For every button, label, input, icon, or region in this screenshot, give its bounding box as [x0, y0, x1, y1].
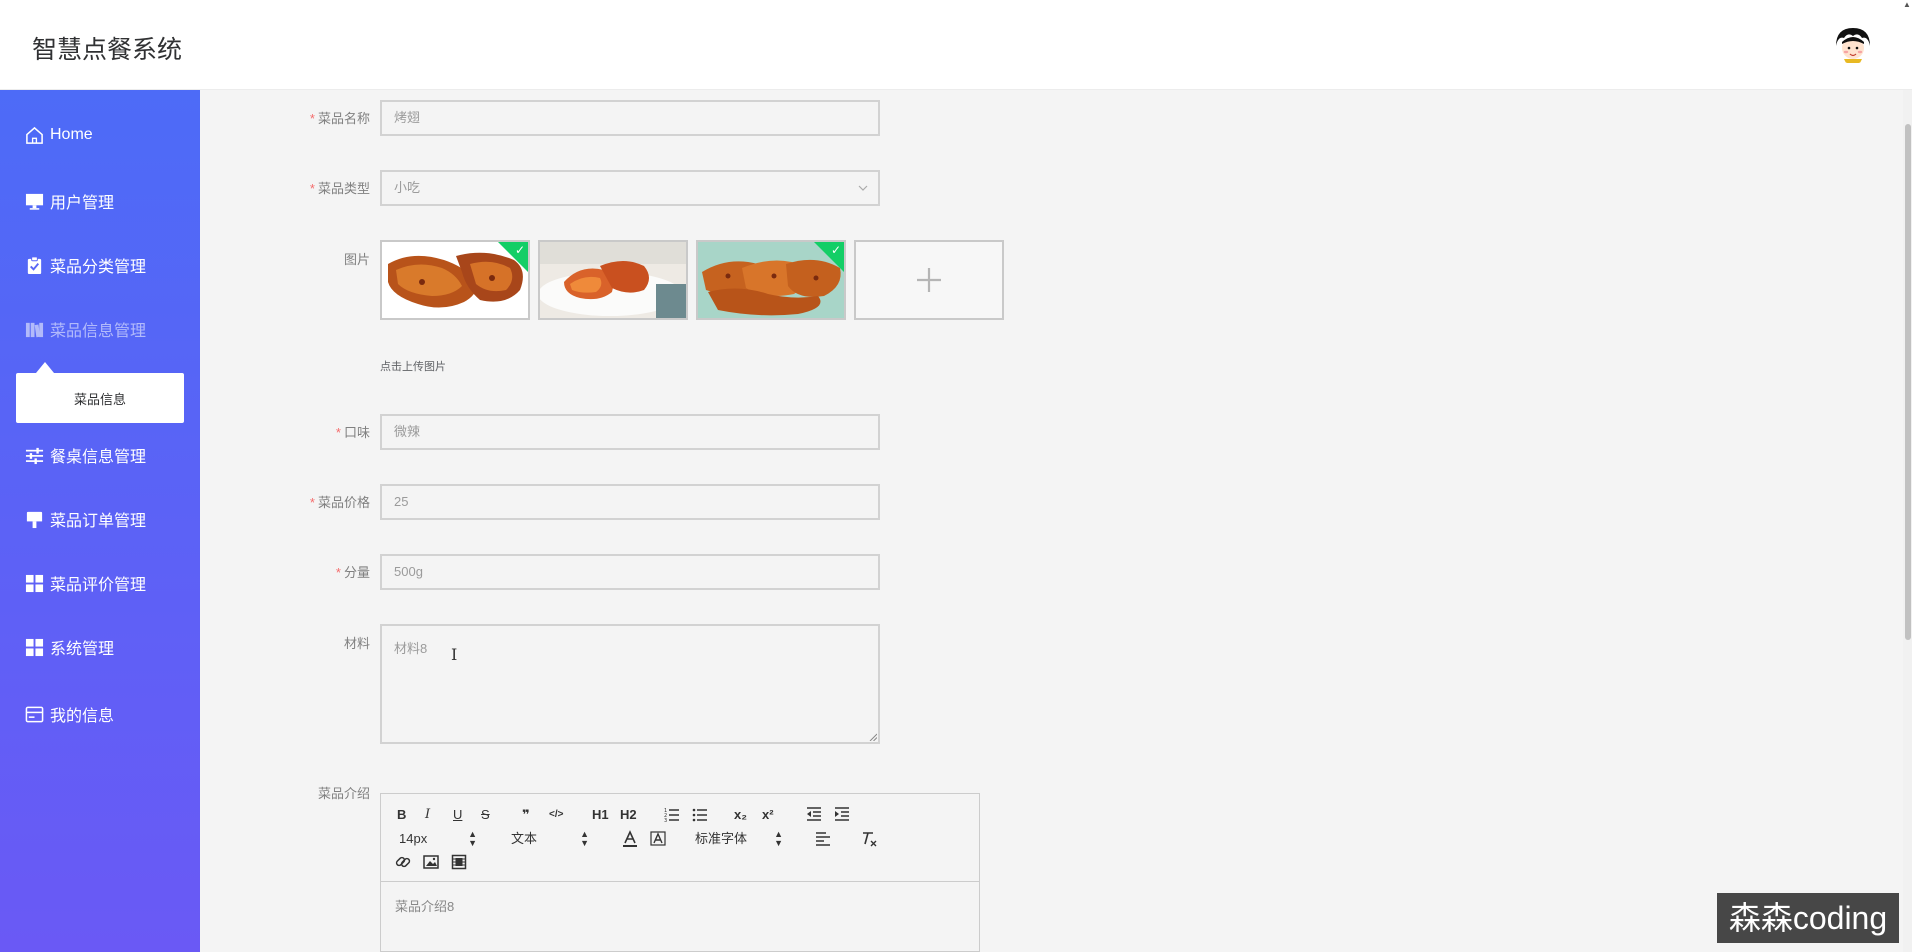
sidebar-item-label: 菜品分类管理: [50, 259, 147, 276]
clear-format-icon[interactable]: [860, 830, 878, 848]
resize-handle-icon[interactable]: [869, 733, 877, 741]
ordered-list-icon[interactable]: 123: [664, 806, 680, 822]
portion-input[interactable]: 500g: [380, 554, 880, 590]
name-label: * 菜品名称: [309, 111, 370, 126]
font-size-select[interactable]: 14px ▲ ▼: [399, 830, 485, 848]
grid-icon: [25, 638, 44, 656]
superscript-button[interactable]: x²: [762, 806, 774, 824]
uploaded-image-1[interactable]: ✓: [380, 240, 530, 320]
sidebar-item-label: 菜品订单管理: [50, 513, 147, 530]
watermark: 森森coding: [1717, 893, 1899, 943]
font-family-select[interactable]: 标准字体 ▲ ▼: [695, 830, 791, 848]
h1-button[interactable]: H1: [592, 806, 609, 824]
price-input[interactable]: 25: [380, 484, 880, 520]
scrollbar-thumb[interactable]: [1905, 124, 1911, 640]
rich-text-editor: B I U S ❞ </> H1 H2 123 x₂ x² 14px ▲ ▼ 文本 ▲…: [380, 793, 980, 952]
material-value: 材料8: [394, 641, 428, 656]
sliders-icon: [25, 447, 44, 464]
underline-button[interactable]: U: [453, 806, 462, 824]
sidebar-item-label: 用户管理: [50, 195, 115, 212]
bold-button[interactable]: B: [397, 806, 406, 824]
align-left-icon[interactable]: [815, 830, 831, 846]
image-icon[interactable]: [423, 854, 439, 870]
chicken-wing-plate-image: [540, 242, 686, 318]
sidebar-item-home[interactable]: Home: [0, 107, 200, 163]
monitor-icon: [25, 193, 44, 210]
sidebar-item-table-info[interactable]: 餐桌信息管理: [0, 427, 200, 483]
sidebar-item-dish-category[interactable]: 菜品分类管理: [0, 237, 200, 293]
sidebar-item-label: 餐桌信息管理: [50, 449, 147, 466]
taste-input[interactable]: 微辣: [380, 414, 880, 450]
image-upload-button[interactable]: [854, 240, 1004, 320]
intro-label: 菜品介绍: [317, 786, 370, 801]
italic-button[interactable]: I: [425, 806, 430, 824]
chevron-down-icon: [858, 185, 868, 191]
brush-icon: [26, 511, 43, 528]
bullet-list-icon[interactable]: [692, 806, 708, 822]
h2-button[interactable]: H2: [620, 806, 637, 824]
sidebar-item-orders[interactable]: 菜品订单管理: [0, 491, 200, 547]
svg-text:3: 3: [664, 818, 667, 822]
books-icon: [25, 322, 44, 337]
images-label: 图片: [343, 252, 370, 267]
dish-type-select[interactable]: 小吃: [380, 170, 880, 206]
material-label: 材料: [343, 636, 370, 651]
upload-hint: 点击上传图片: [380, 361, 446, 373]
video-icon[interactable]: [451, 854, 467, 870]
sidebar-item-system[interactable]: 系统管理: [0, 619, 200, 675]
grid-icon: [25, 574, 44, 592]
type-label: * 菜品类型: [309, 181, 370, 196]
dish-type-value: 小吃: [394, 180, 421, 195]
sidebar-item-label: 我的信息: [50, 708, 115, 725]
indent-icon[interactable]: [834, 806, 850, 822]
subscript-button[interactable]: x₂: [734, 806, 747, 824]
link-icon[interactable]: [395, 854, 411, 870]
sidebar: Home 用户管理 菜品分类管理 菜品信息管理 菜品信息 餐桌信息管理 菜品订单…: [0, 90, 200, 952]
sidebar-item-label: 菜品信息管理: [50, 323, 147, 340]
check-icon: ✓: [514, 243, 525, 257]
taste-label: * 口味: [335, 425, 370, 440]
font-color-icon[interactable]: [622, 830, 638, 848]
background-color-icon[interactable]: [650, 830, 666, 848]
code-block-button[interactable]: </>: [549, 806, 563, 824]
top-header: 智慧点餐系统: [0, 0, 1912, 90]
editor-toolbar: B I U S ❞ </> H1 H2 123 x₂ x² 14px ▲ ▼ 文本 ▲…: [381, 794, 979, 882]
portion-label: * 分量: [335, 565, 370, 580]
plus-icon: [917, 268, 941, 292]
heading-select[interactable]: 文本 ▲ ▼: [511, 830, 597, 848]
sidebar-item-label: 菜品评价管理: [50, 577, 147, 594]
sidebar-item-my-info[interactable]: 我的信息: [0, 686, 200, 742]
strike-button[interactable]: S: [481, 806, 490, 824]
user-avatar[interactable]: [1834, 26, 1872, 64]
sidebar-item-dish-info[interactable]: 菜品信息管理: [0, 301, 200, 357]
outdent-icon[interactable]: [806, 806, 822, 822]
card-icon: [25, 706, 44, 722]
clipboard-check-icon: [27, 255, 42, 274]
submenu-item-dish-info[interactable]: 菜品信息: [16, 373, 184, 423]
check-icon: ✓: [830, 243, 841, 257]
editor-content[interactable]: 菜品介绍8: [395, 896, 454, 915]
text-cursor-icon: I: [451, 645, 458, 664]
sidebar-item-reviews[interactable]: 菜品评价管理: [0, 555, 200, 611]
uploaded-image-2[interactable]: [538, 240, 688, 320]
submenu-arrow: [36, 362, 54, 373]
blockquote-button[interactable]: ❞: [522, 806, 530, 824]
sidebar-item-label: 系统管理: [50, 641, 115, 658]
sidebar-item-label: Home: [50, 126, 93, 143]
price-label: * 菜品价格: [309, 495, 370, 510]
dish-name-input[interactable]: 烤翅: [380, 100, 880, 136]
sidebar-item-users[interactable]: 用户管理: [0, 173, 200, 229]
home-icon: [26, 126, 43, 144]
app-title: 智慧点餐系统: [32, 36, 183, 64]
material-textarea[interactable]: 材料8: [380, 624, 880, 744]
scroll-up-icon[interactable]: ▲: [1903, 0, 1911, 9]
uploaded-image-3[interactable]: ✓: [696, 240, 846, 320]
